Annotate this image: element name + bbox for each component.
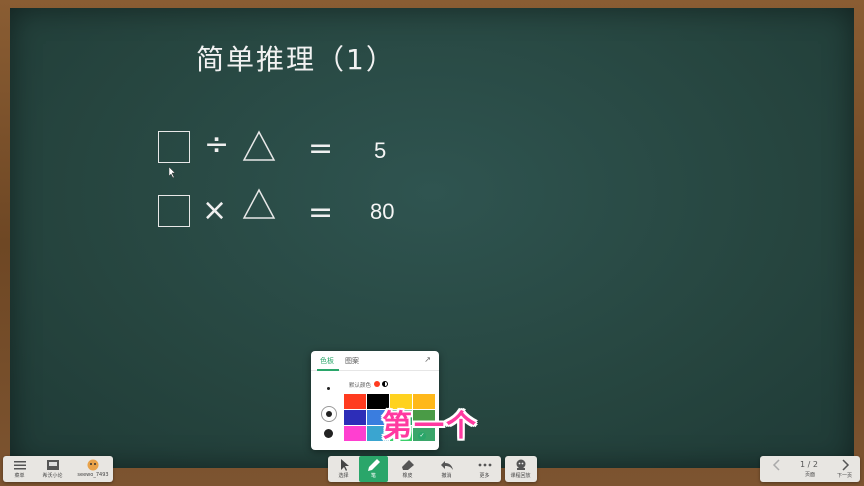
eraser-tool-button[interactable]: 橡皮 (393, 456, 422, 482)
equation-result: 80 (370, 199, 395, 224)
color-swatch[interactable] (344, 410, 366, 425)
active-tab-indicator (317, 369, 339, 371)
default-color-label: 默认颜色 (349, 383, 372, 389)
tab-pattern[interactable]: 图案 (345, 356, 359, 366)
toolbar-tools: 选择 笔 橡皮 撤消 更多 (328, 456, 501, 482)
replay-icon (516, 459, 525, 470)
pen-size-medium[interactable] (326, 411, 332, 417)
user-account-button[interactable]: seewo_7493 (75, 456, 111, 482)
equation-result: 5 (374, 138, 387, 163)
undo-button[interactable]: 撤消 (432, 456, 461, 482)
mouse-cursor-icon (169, 167, 176, 179)
chevron-right-icon (841, 459, 849, 471)
page-indicator: 1 / 2 (800, 460, 818, 469)
chevron-left-icon (772, 459, 780, 471)
equals-sign: = (308, 195, 334, 230)
expand-icon[interactable]: ↗ (424, 355, 431, 364)
tab-color-board[interactable]: 色板 (320, 356, 334, 366)
square-shape (158, 131, 190, 163)
select-tool-button[interactable]: 选择 (329, 456, 358, 482)
window-icon (46, 460, 59, 470)
lesson-replay-button[interactable]: 课程回放 (506, 456, 535, 482)
multiply-sign: × (202, 193, 228, 228)
pen-tool-button[interactable]: 笔 (359, 456, 388, 482)
pen-size-large[interactable] (324, 429, 333, 438)
more-icon (478, 463, 491, 467)
default-color-dot[interactable] (374, 381, 380, 387)
more-button[interactable]: 更多 (470, 456, 499, 482)
video-caption: 第一个 (382, 409, 478, 444)
cursor-icon (340, 459, 349, 471)
undo-icon (440, 461, 453, 470)
toolbar-lesson: 课程回放 (505, 456, 537, 482)
pen-icon (367, 459, 380, 471)
color-swatch[interactable] (344, 394, 366, 409)
color-swatch[interactable] (344, 426, 366, 441)
palette-tabs: 色板 图案 ↗ (311, 351, 439, 371)
page-label: 页面 (804, 472, 815, 478)
mini-window-button[interactable]: 希沃小论 (38, 456, 67, 482)
equals-sign: = (308, 131, 334, 166)
next-page-button[interactable]: 下一页 (830, 456, 859, 482)
toolbar-left: 菜单 希沃小论 seewo_7493 (3, 456, 113, 482)
prev-page-button[interactable] (762, 456, 791, 482)
triangle-shape (242, 130, 276, 161)
avatar-icon (87, 459, 99, 471)
eraser-icon (401, 460, 414, 470)
divide-sign: ÷ (204, 127, 230, 162)
toolbar-pager: 1 / 2 页面 下一页 (760, 456, 860, 482)
page-title: 简单推理（1） (196, 43, 396, 76)
menu-button[interactable]: 菜单 (5, 456, 34, 482)
pen-size-small[interactable] (327, 387, 330, 390)
menu-icon (13, 461, 26, 470)
square-shape (158, 195, 190, 227)
triangle-shape (242, 188, 276, 219)
contrast-color-dot[interactable] (382, 381, 388, 387)
